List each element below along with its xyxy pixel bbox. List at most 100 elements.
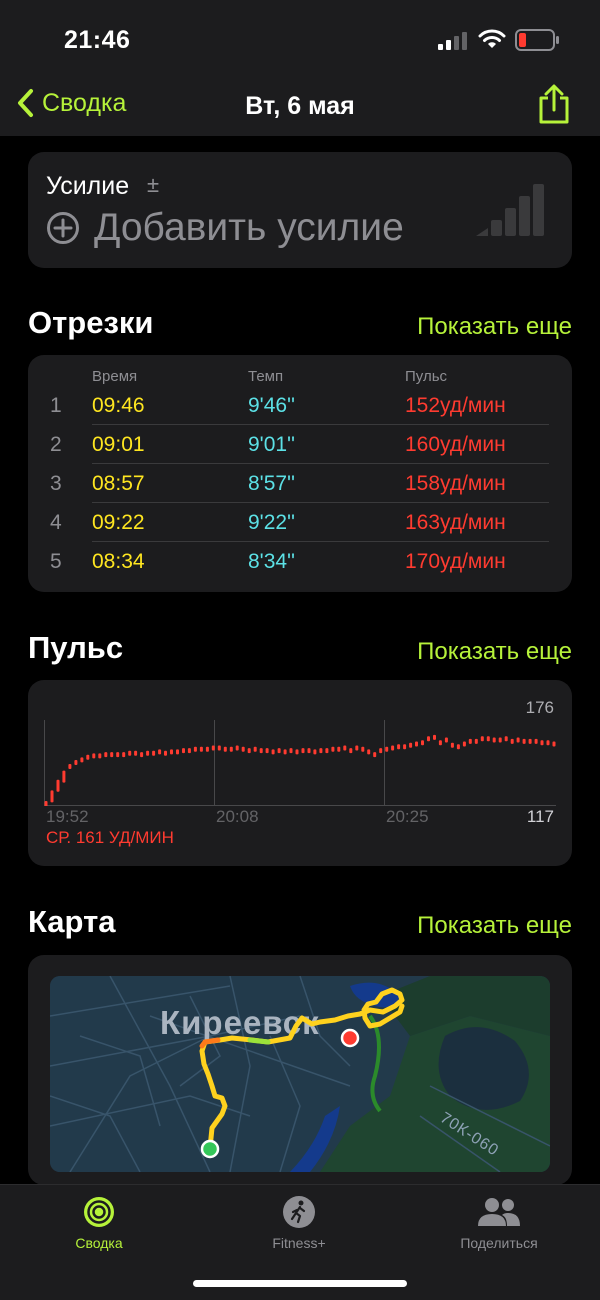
- heart-rate-point: [128, 750, 132, 756]
- heart-rate-point: [427, 736, 430, 742]
- split-row: 1 09:46 9'46'' 152уд/мин: [28, 386, 572, 425]
- effort-level-icon: [476, 184, 544, 236]
- pulse-show-more-button[interactable]: Показать еще: [417, 638, 572, 666]
- heart-rate-point: [86, 754, 90, 760]
- split-time: 09:01: [92, 433, 145, 456]
- split-pace: 9'46'': [248, 394, 296, 417]
- heart-rate-point: [92, 753, 96, 759]
- split-pace: 9'01'': [248, 433, 296, 456]
- add-effort-button[interactable]: Добавить усилие: [46, 206, 404, 250]
- heart-rate-point: [355, 745, 359, 751]
- status-time: 21:46: [64, 26, 131, 54]
- heart-rate-point: [295, 749, 299, 755]
- heart-rate-point: [421, 740, 424, 746]
- heart-rate-point: [283, 749, 287, 755]
- split-number: 3: [50, 472, 62, 495]
- map-card: Киреевск 70К-060: [28, 955, 572, 1185]
- heart-rate-point: [367, 749, 371, 755]
- chart-x-label: 20:25: [386, 807, 429, 826]
- heart-rate-point: [193, 746, 197, 752]
- tab-fitness-plus[interactable]: Fitness+: [219, 1195, 379, 1251]
- tab-label: Поделиться: [460, 1235, 538, 1251]
- heart-rate-point: [331, 746, 335, 752]
- heart-rate-point: [56, 779, 60, 792]
- heart-rate-point: [259, 748, 263, 754]
- heart-rate-point: [379, 748, 383, 754]
- heart-rate-point: [504, 736, 508, 742]
- split-row: 5 08:34 8'34'' 170уд/мин: [28, 542, 572, 581]
- heart-rate-point: [170, 749, 173, 755]
- heart-rate-point: [116, 752, 120, 758]
- heart-rate-point: [397, 744, 401, 750]
- heart-rate-point: [122, 752, 126, 758]
- route-map[interactable]: Киреевск 70К-060: [50, 976, 550, 1172]
- splits-card: Время Темп Пульс 1 09:46 9'46'' 152уд/ми…: [28, 355, 572, 592]
- heart-rate-point: [546, 740, 550, 746]
- heart-rate-point: [319, 748, 323, 754]
- heart-rate-point: [552, 741, 556, 747]
- split-pace: 9'22'': [248, 511, 296, 534]
- heart-rate-point: [361, 746, 365, 752]
- heart-rate-point: [205, 746, 209, 752]
- heart-rate-point: [391, 745, 395, 751]
- splits-show-more-button[interactable]: Показать еще: [417, 313, 572, 341]
- heart-rate-point: [211, 745, 215, 751]
- heart-rate-point: [528, 738, 532, 744]
- heart-rate-point: [98, 753, 102, 759]
- heart-rate-point: [403, 744, 407, 750]
- split-time: 09:22: [92, 511, 145, 534]
- split-number: 2: [50, 433, 62, 456]
- split-time: 08:34: [92, 550, 145, 573]
- heart-rate-point: [456, 744, 460, 750]
- heart-rate-point: [307, 748, 311, 754]
- splits-header-pace: Темп: [248, 368, 284, 385]
- heart-rate-point: [433, 734, 436, 740]
- home-indicator[interactable]: [193, 1280, 407, 1287]
- heart-rate-point: [289, 748, 293, 754]
- effort-card: Усилие ± Добавить усилие: [28, 152, 572, 268]
- heart-rate-point: [235, 745, 239, 751]
- running-figure-icon: [283, 1196, 315, 1228]
- heart-rate-point: [325, 748, 329, 754]
- heart-rate-point: [301, 748, 305, 754]
- map-show-more-button[interactable]: Показать еще: [417, 912, 572, 940]
- heart-rate-point: [187, 748, 191, 754]
- heart-rate-point: [68, 764, 72, 769]
- splits-header-time: Время: [92, 368, 138, 385]
- split-number: 4: [50, 511, 62, 534]
- tab-label: Fitness+: [272, 1235, 326, 1251]
- heart-rate-point: [110, 752, 114, 758]
- add-effort-label: Добавить усилие: [94, 206, 404, 249]
- split-heart-rate: 163уд/мин: [405, 511, 506, 534]
- heart-rate-point: [247, 748, 251, 754]
- tab-summary[interactable]: Сводка: [19, 1195, 179, 1251]
- heart-rate-point: [498, 737, 502, 743]
- tab-sharing[interactable]: Поделиться: [419, 1195, 579, 1251]
- heart-rate-point: [474, 738, 478, 744]
- heart-rate-chart: [44, 720, 556, 806]
- heart-rate-point: [176, 749, 179, 755]
- heart-rate-point: [217, 745, 221, 751]
- heart-rate-point: [462, 741, 466, 747]
- split-pace: 8'34'': [248, 550, 296, 573]
- nav-bar: Сводка Вт, 6 мая: [0, 78, 600, 136]
- split-time: 08:57: [92, 472, 145, 495]
- heart-rate-point: [486, 736, 490, 742]
- split-heart-rate: 152уд/мин: [405, 394, 506, 417]
- heart-rate-point: [229, 746, 233, 752]
- heart-rate-point: [182, 748, 185, 754]
- heart-rate-point: [313, 749, 317, 755]
- chart-x-label: 19:52: [46, 807, 89, 826]
- heart-rate-point: [385, 746, 389, 752]
- pulse-min-label: 117: [526, 807, 554, 826]
- battery-icon: [515, 29, 559, 51]
- page-title: Вт, 6 мая: [245, 92, 355, 120]
- pulse-card[interactable]: 176 19:52 20:08 20:25 117 СР. 161 УД/МИН: [28, 680, 572, 866]
- share-icon[interactable]: [537, 84, 571, 124]
- route-path: [199, 987, 405, 1159]
- split-number: 1: [50, 394, 62, 417]
- heart-rate-point: [146, 750, 150, 756]
- effort-label: Усилие: [46, 172, 130, 200]
- heart-rate-point: [152, 750, 156, 756]
- split-heart-rate: 170уд/мин: [405, 550, 506, 573]
